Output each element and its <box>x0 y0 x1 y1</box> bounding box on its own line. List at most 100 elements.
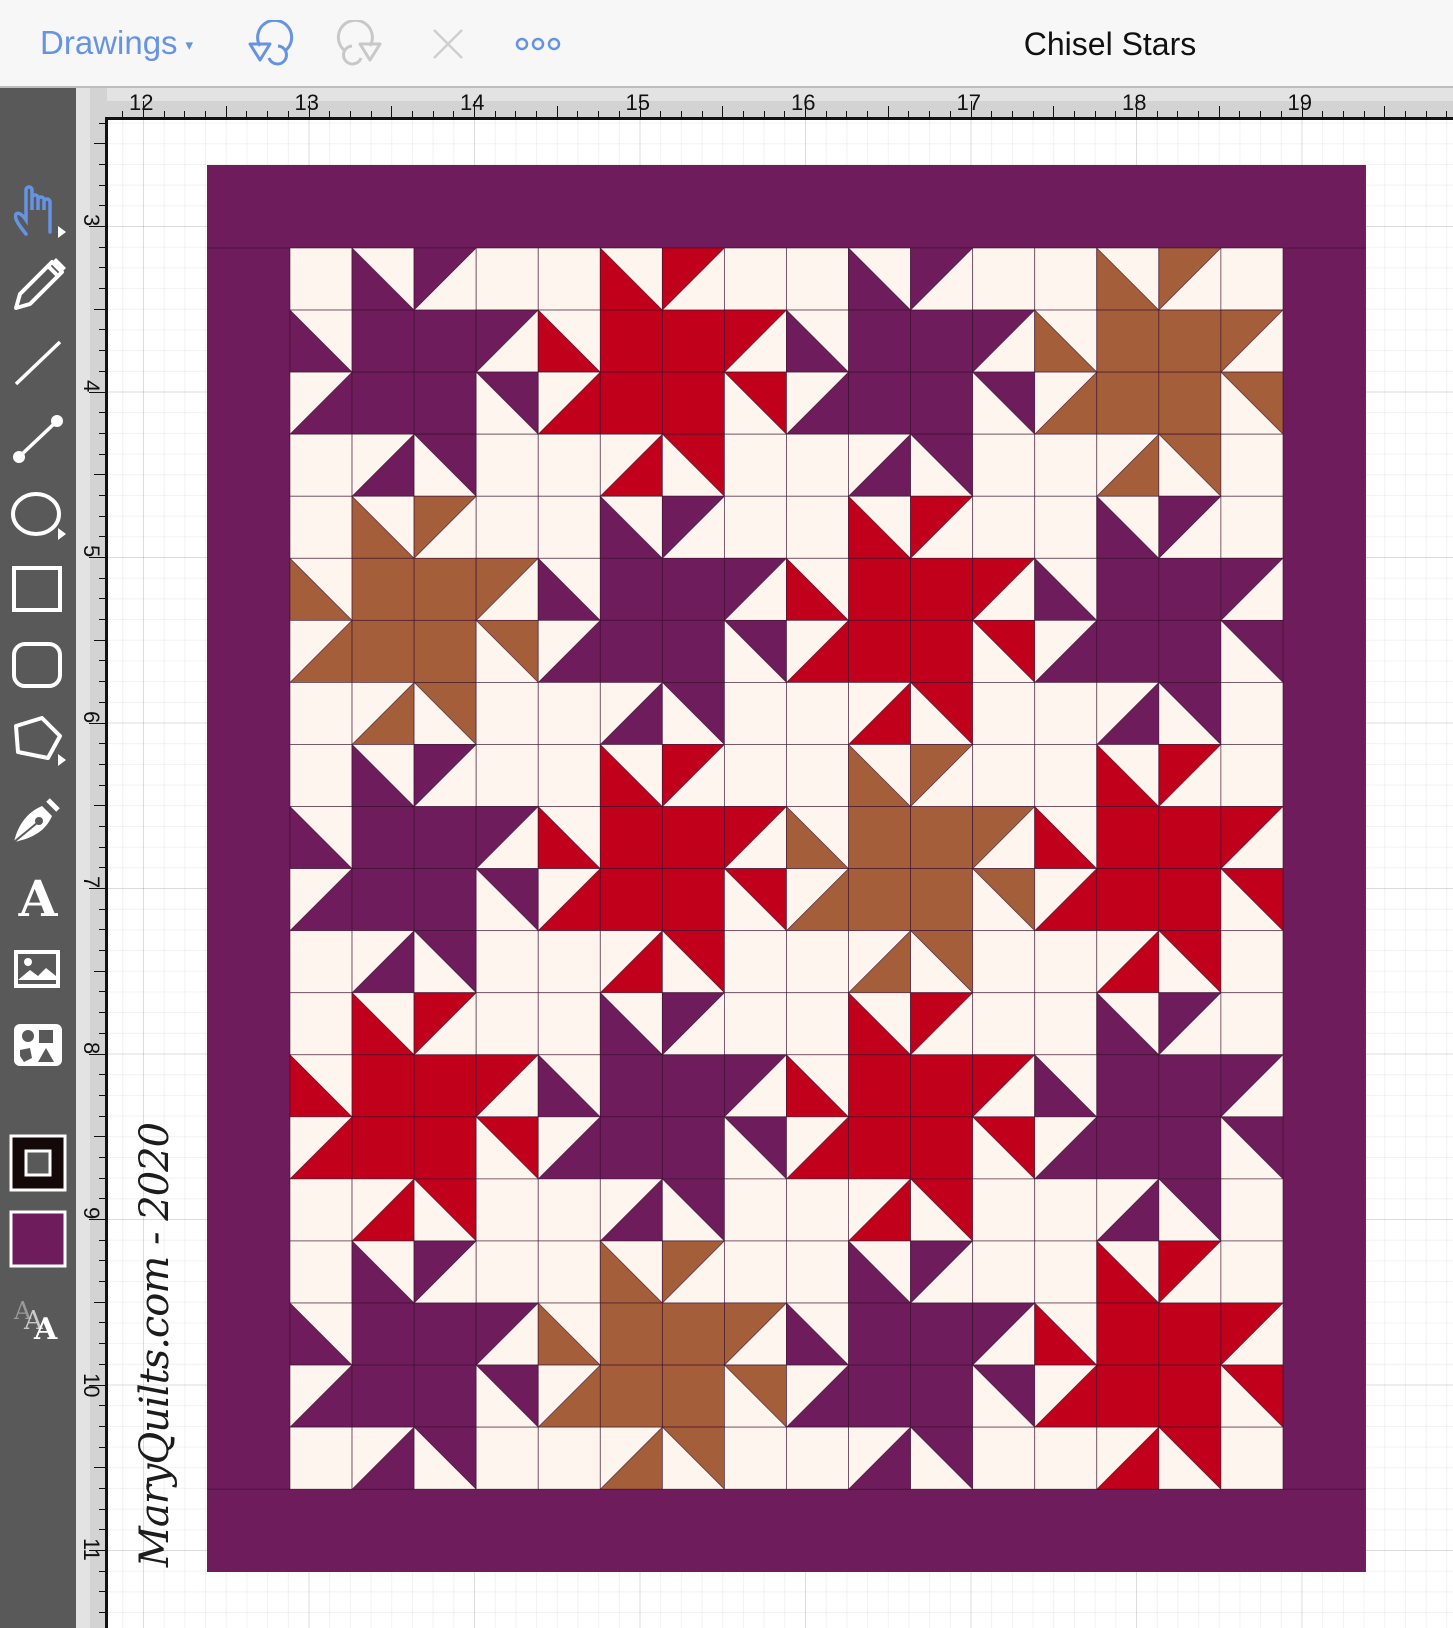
quilt-patch <box>599 1116 663 1180</box>
vertical-ruler-edge <box>105 117 108 1628</box>
quilt-patch <box>1034 1426 1098 1490</box>
drawings-menu-button[interactable]: Drawings ▾ <box>40 24 193 62</box>
pencil-tool[interactable] <box>8 256 68 316</box>
quilt-patch <box>475 247 539 311</box>
ellipse-icon <box>11 492 66 540</box>
quilt-patch <box>351 868 415 932</box>
quilt-patch <box>413 868 477 932</box>
quilt-patch <box>1220 495 1284 559</box>
quilt-patch <box>848 1364 911 1428</box>
quilt-patch <box>1096 1116 1160 1180</box>
undo-icon[interactable] <box>242 18 298 68</box>
fill-color-icon <box>9 1210 67 1268</box>
ruler-tick <box>1384 106 1386 117</box>
ruler-label-x: 16 <box>791 90 816 115</box>
quilt-patch <box>351 557 415 621</box>
quilt-patch <box>661 1054 725 1118</box>
quilt-patch <box>724 1426 787 1490</box>
top-toolbar: Drawings ▾ Chisel Stars <box>0 0 1453 88</box>
quilt-patch <box>848 1116 911 1180</box>
ruler-tick <box>225 106 227 117</box>
polygon-tool[interactable] <box>8 712 68 772</box>
redo-icon[interactable] <box>332 18 388 68</box>
quilt-patch <box>1220 930 1284 994</box>
text-icon: A <box>18 869 59 928</box>
quilt-patch <box>537 992 601 1056</box>
close-icon[interactable] <box>420 20 476 68</box>
quilt-patch <box>537 495 601 559</box>
quilt-patch <box>910 1364 974 1428</box>
shapes-library-tool[interactable] <box>8 1016 68 1076</box>
image-tool[interactable] <box>8 940 68 1000</box>
quilt-patch <box>413 557 477 621</box>
svg-text:A: A <box>33 1312 58 1345</box>
horizontal-ruler-edge <box>105 117 1453 120</box>
quilt-patch <box>1220 433 1284 497</box>
quilt-patch <box>351 619 415 683</box>
quilt-patch <box>786 682 849 745</box>
quilt-patch <box>537 744 601 807</box>
rectangle-tool[interactable] <box>8 560 68 620</box>
quilt-patch <box>910 309 974 373</box>
ruler-label-y: 5 <box>79 545 104 558</box>
ruler-label-y: 7 <box>79 876 104 889</box>
quilt-patch <box>1158 806 1222 869</box>
quilt-patch <box>289 433 353 497</box>
quilt-patch <box>475 1240 539 1304</box>
quilt-patch <box>1034 682 1098 745</box>
ruler-label-x: 17 <box>956 90 981 115</box>
hand-tool[interactable] <box>8 180 68 240</box>
quilt-patch <box>1158 309 1222 373</box>
quilt-patch <box>1158 557 1222 621</box>
connector-tool[interactable] <box>8 408 68 468</box>
quilt-drawing[interactable] <box>207 165 1366 1572</box>
pencil-icon <box>14 258 66 310</box>
quilt-patch <box>289 1240 353 1304</box>
quilt-patch <box>786 1240 849 1304</box>
quilt-patch <box>537 1426 601 1490</box>
quilt-patch <box>910 1116 974 1180</box>
pen-tool[interactable] <box>8 788 68 848</box>
rounded-rectangle-icon <box>12 642 62 688</box>
quilt-patch <box>786 247 849 311</box>
ruler-label-x: 12 <box>129 90 154 115</box>
quilt-patch <box>848 1054 911 1118</box>
quilt-patch <box>1096 868 1160 932</box>
quilt-patch <box>475 1426 539 1490</box>
ruler-label-x: 19 <box>1287 90 1312 115</box>
more-icon[interactable] <box>510 20 566 68</box>
line-icon <box>14 340 62 386</box>
ruler-label-y: 9 <box>79 1207 104 1220</box>
quilt-patch <box>537 1178 601 1242</box>
quilt-patch <box>1096 806 1160 869</box>
quilt-patch <box>1096 1302 1160 1366</box>
quilt-patch <box>661 371 725 435</box>
quilt-patch <box>848 868 911 932</box>
quilt-patch <box>289 682 353 745</box>
stroke-color-swatch[interactable] <box>8 1133 68 1193</box>
rounded-rectangle-tool[interactable] <box>8 636 68 696</box>
font-size-tool[interactable]: AAA <box>8 1285 68 1347</box>
quilt-patch <box>1158 1054 1222 1118</box>
ruler-tick <box>94 308 105 310</box>
quilt-patch <box>910 557 974 621</box>
quilt-patch <box>289 1426 353 1490</box>
quilt-patch <box>1096 309 1160 373</box>
ellipse-tool[interactable] <box>8 484 68 544</box>
quilt-patch <box>413 1364 477 1428</box>
quilt-patch <box>1158 371 1222 435</box>
quilt-patch <box>972 744 1036 807</box>
quilt-patch <box>1220 744 1284 807</box>
ruler-tick <box>94 143 105 145</box>
quilt-patch <box>972 1178 1036 1242</box>
quilt-patch <box>351 1116 415 1180</box>
quilt-patch <box>1034 495 1098 559</box>
quilt-patch <box>786 992 849 1056</box>
line-tool[interactable] <box>8 332 68 392</box>
ruler-tick <box>94 1136 105 1138</box>
quilt-patch <box>848 806 911 869</box>
quilt-patch <box>1220 682 1284 745</box>
fill-color-swatch[interactable] <box>8 1209 68 1269</box>
text-tool[interactable]: A <box>8 864 68 928</box>
quilt-patch <box>599 806 663 869</box>
